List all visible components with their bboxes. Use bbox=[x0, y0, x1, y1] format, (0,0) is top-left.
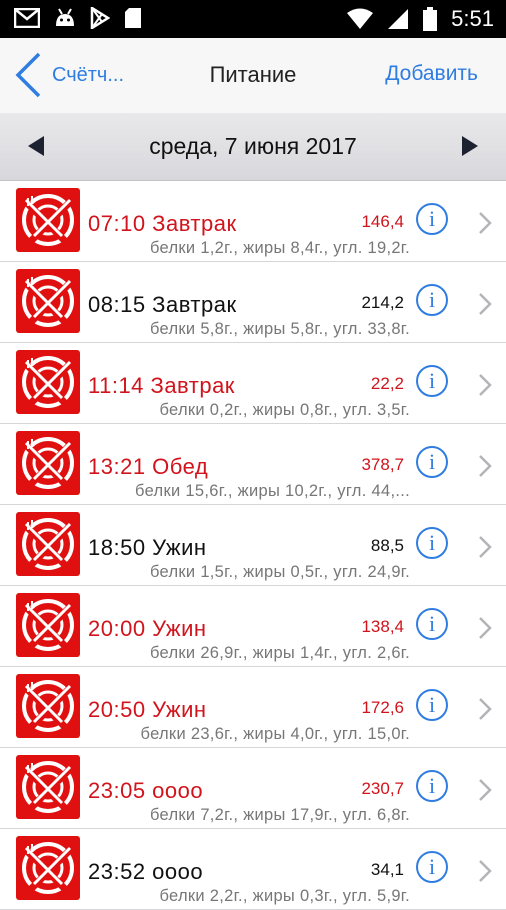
meal-row[interactable]: 23:52 оооо 34,1 белки 2,2г., жиры 0,3г.,… bbox=[0, 829, 506, 910]
meal-macros: белки 23,6г., жиры 4,0г., угл. 15,0г. bbox=[140, 725, 410, 743]
chevron-right-icon[interactable] bbox=[478, 454, 492, 483]
info-icon[interactable]: i bbox=[416, 284, 448, 316]
date-selector: среда, 7 июня 2017 bbox=[0, 113, 506, 181]
meal-macros: белки 1,5г., жиры 0,5г., угл. 24,9г. bbox=[149, 563, 410, 581]
chevron-right-icon[interactable] bbox=[478, 373, 492, 402]
chevron-right-icon[interactable] bbox=[478, 697, 492, 726]
plate-cutlery-icon bbox=[16, 431, 80, 495]
info-icon[interactable]: i bbox=[416, 527, 448, 559]
chevron-right-icon[interactable] bbox=[478, 859, 492, 888]
meal-title: 23:05 оооо bbox=[88, 778, 204, 803]
meal-calories: 146,4 bbox=[361, 212, 404, 231]
meal-calories: 378,7 bbox=[361, 455, 404, 474]
plate-cutlery-icon bbox=[16, 836, 80, 900]
play-store-icon bbox=[90, 7, 110, 29]
triangle-right-icon bbox=[462, 136, 478, 156]
chevron-right-icon[interactable] bbox=[478, 616, 492, 645]
plate-cutlery-icon bbox=[16, 593, 80, 657]
meal-calories: 22,2 bbox=[370, 374, 404, 393]
meal-macros: белки 15,6г., жиры 10,2г., угл. 44,... bbox=[135, 482, 410, 500]
info-icon[interactable]: i bbox=[416, 446, 448, 478]
status-bar: 5:51 bbox=[0, 0, 506, 38]
chevron-right-icon[interactable] bbox=[478, 778, 492, 807]
meal-title: 11:14 Завтрак bbox=[88, 373, 235, 398]
meal-row[interactable]: 20:00 Ужин 138,4 белки 26,9г., жиры 1,4г… bbox=[0, 586, 506, 667]
info-icon[interactable]: i bbox=[416, 770, 448, 802]
meal-row[interactable]: 20:50 Ужин 172,6 белки 23,6г., жиры 4,0г… bbox=[0, 667, 506, 748]
meal-list: 07:10 Завтрак 146,4 белки 1,2г., жиры 8,… bbox=[0, 181, 506, 910]
meal-calories: 34,1 bbox=[370, 860, 404, 879]
meal-title: 20:50 Ужин bbox=[88, 697, 207, 722]
info-icon[interactable]: i bbox=[416, 608, 448, 640]
meal-title: 07:10 Завтрак bbox=[88, 211, 237, 236]
current-date: среда, 7 июня 2017 bbox=[149, 133, 357, 159]
meal-macros: белки 7,2г., жиры 17,9г., угл. 6,8г. bbox=[149, 806, 410, 824]
meal-title: 18:50 Ужин bbox=[88, 535, 207, 560]
meal-calories: 230,7 bbox=[361, 779, 404, 798]
chevron-right-icon[interactable] bbox=[478, 535, 492, 564]
plate-cutlery-icon bbox=[16, 188, 80, 252]
meal-macros: белки 2,2г., жиры 0,3г., угл. 5,9г. bbox=[159, 887, 410, 905]
meal-macros: белки 0,2г., жиры 0,8г., угл. 3,5г. bbox=[159, 401, 410, 419]
gmail-icon bbox=[14, 8, 40, 28]
meal-macros: белки 5,8г., жиры 5,8г., угл. 33,8г. bbox=[149, 320, 410, 338]
signal-icon bbox=[388, 9, 409, 29]
android-icon bbox=[56, 8, 74, 26]
chevron-right-icon[interactable] bbox=[478, 211, 492, 240]
plate-cutlery-icon bbox=[16, 350, 80, 414]
meal-row[interactable]: 13:21 Обед 378,7 белки 15,6г., жиры 10,2… bbox=[0, 424, 506, 505]
clock-time: 5:51 bbox=[451, 6, 494, 31]
info-icon[interactable]: i bbox=[416, 689, 448, 721]
info-icon[interactable]: i bbox=[416, 365, 448, 397]
navigation-bar: Счётч... Питание Добавить bbox=[0, 38, 506, 113]
add-button[interactable]: Добавить bbox=[385, 62, 478, 86]
plate-cutlery-icon bbox=[16, 755, 80, 819]
meal-row[interactable]: 18:50 Ужин 88,5 белки 1,5г., жиры 0,5г.,… bbox=[0, 505, 506, 586]
sd-card-icon bbox=[125, 8, 141, 28]
meal-calories: 214,2 bbox=[361, 293, 404, 312]
meal-title: 08:15 Завтрак bbox=[88, 292, 237, 317]
meal-title: 23:52 оооо bbox=[88, 859, 204, 884]
plate-cutlery-icon bbox=[16, 269, 80, 333]
meal-title: 20:00 Ужин bbox=[88, 616, 207, 641]
meal-macros: белки 26,9г., жиры 1,4г., угл. 2,6г. bbox=[149, 644, 410, 662]
next-day-button[interactable] bbox=[460, 135, 480, 162]
wifi-icon bbox=[347, 8, 374, 29]
chevron-right-icon[interactable] bbox=[478, 292, 492, 321]
meal-macros: белки 1,2г., жиры 8,4г., угл. 19,2г. bbox=[149, 239, 410, 257]
meal-calories: 172,6 bbox=[361, 698, 404, 717]
meal-row[interactable]: 11:14 Завтрак 22,2 белки 0,2г., жиры 0,8… bbox=[0, 343, 506, 424]
plate-cutlery-icon bbox=[16, 674, 80, 738]
info-icon[interactable]: i bbox=[416, 851, 448, 883]
info-icon[interactable]: i bbox=[416, 203, 448, 235]
meal-calories: 88,5 bbox=[370, 536, 404, 555]
meal-calories: 138,4 bbox=[361, 617, 404, 636]
battery-icon bbox=[423, 7, 438, 31]
meal-title: 13:21 Обед bbox=[88, 454, 209, 479]
plate-cutlery-icon bbox=[16, 512, 80, 576]
meal-row[interactable]: 23:05 оооо 230,7 белки 7,2г., жиры 17,9г… bbox=[0, 748, 506, 829]
meal-row[interactable]: 08:15 Завтрак 214,2 белки 5,8г., жиры 5,… bbox=[0, 262, 506, 343]
meal-row[interactable]: 07:10 Завтрак 146,4 белки 1,2г., жиры 8,… bbox=[0, 181, 506, 262]
